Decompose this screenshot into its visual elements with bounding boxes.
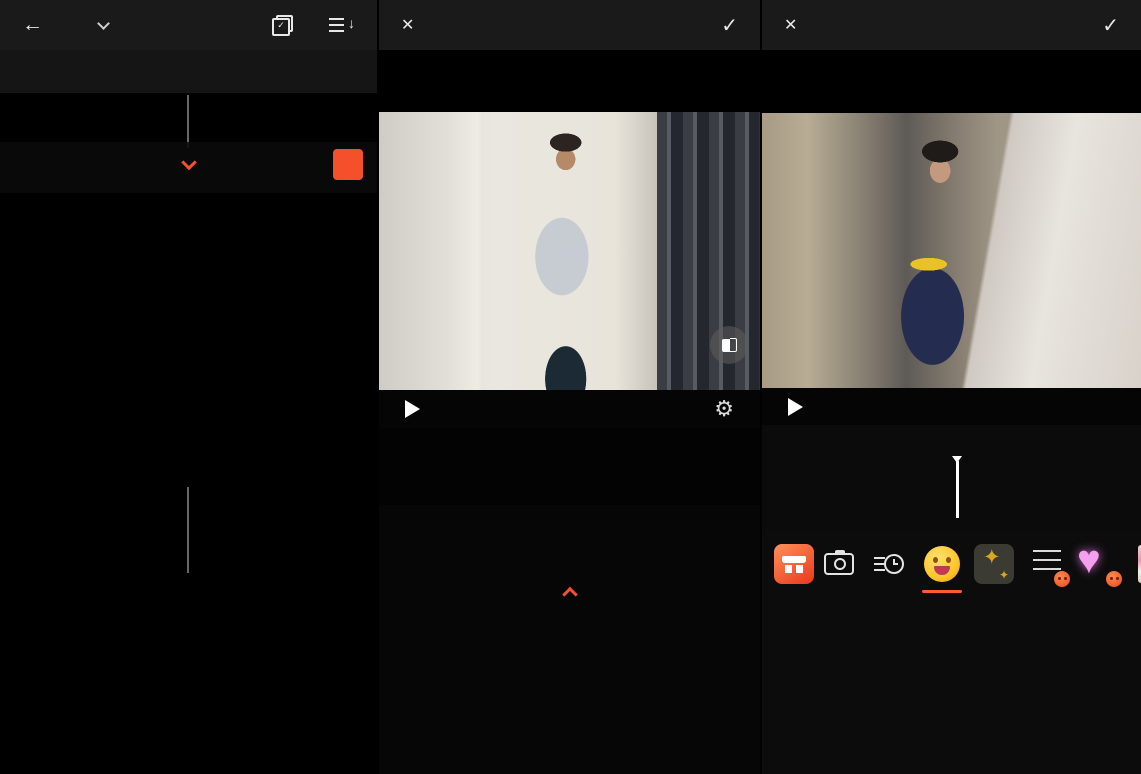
chevron-down-icon[interactable] [180, 154, 197, 171]
sort-icon[interactable] [329, 15, 355, 33]
multi-select-icon[interactable] [272, 14, 293, 36]
new-badge-icon [1106, 571, 1122, 587]
filter-playbar [379, 390, 760, 428]
timeline-filmstrip[interactable] [792, 467, 1141, 515]
media-tabs [0, 50, 377, 93]
compare-icon[interactable] [710, 326, 748, 364]
recent-stickers-icon[interactable] [874, 553, 904, 575]
scrollbar-seam [187, 487, 189, 573]
next-button[interactable] [333, 149, 363, 180]
filter-header [379, 0, 760, 50]
emoji-grid [762, 598, 1141, 774]
scrollbar-seam [187, 95, 189, 148]
picker-header [0, 0, 377, 50]
filter-panel [377, 0, 760, 774]
media-grid [0, 93, 377, 774]
back-icon[interactable] [22, 13, 43, 37]
sticker-toolbar [762, 530, 1141, 598]
close-icon[interactable] [784, 15, 797, 35]
video-editor-collage [0, 0, 1141, 774]
sticker-playbar [762, 388, 1141, 425]
emoji-category-icon[interactable] [922, 546, 962, 593]
media-picker-panel [0, 0, 377, 774]
sticker-store-icon[interactable] [774, 544, 814, 584]
filter-preview [379, 50, 760, 390]
effects-category-icon[interactable] [974, 544, 1014, 584]
play-icon[interactable] [788, 397, 803, 416]
close-icon[interactable] [401, 15, 414, 35]
timeline [762, 425, 1141, 530]
text-sticker-icon[interactable] [1030, 543, 1070, 587]
active-category-underline [922, 590, 962, 593]
check-icon[interactable] [1102, 13, 1119, 38]
playhead-line[interactable] [956, 461, 959, 518]
clips-header [379, 583, 760, 607]
preview-photo [379, 112, 760, 390]
play-icon[interactable] [405, 400, 420, 418]
store-icon [782, 555, 806, 573]
filter-options-row [379, 505, 760, 563]
sticker-panel [760, 0, 1141, 774]
spacer [379, 428, 760, 505]
camera-icon[interactable] [824, 550, 854, 575]
sticker-header [762, 0, 1141, 50]
sticker-preview [762, 50, 1141, 388]
new-badge-icon [1054, 571, 1070, 587]
chevron-down-icon[interactable] [97, 17, 110, 30]
gear-icon[interactable] [714, 396, 734, 422]
selected-clips-bar [0, 142, 377, 193]
chevron-up-icon[interactable] [561, 586, 578, 603]
preview-photo [762, 113, 1141, 388]
heart-sticker-icon[interactable] [1076, 539, 1122, 587]
check-icon[interactable] [721, 13, 738, 38]
